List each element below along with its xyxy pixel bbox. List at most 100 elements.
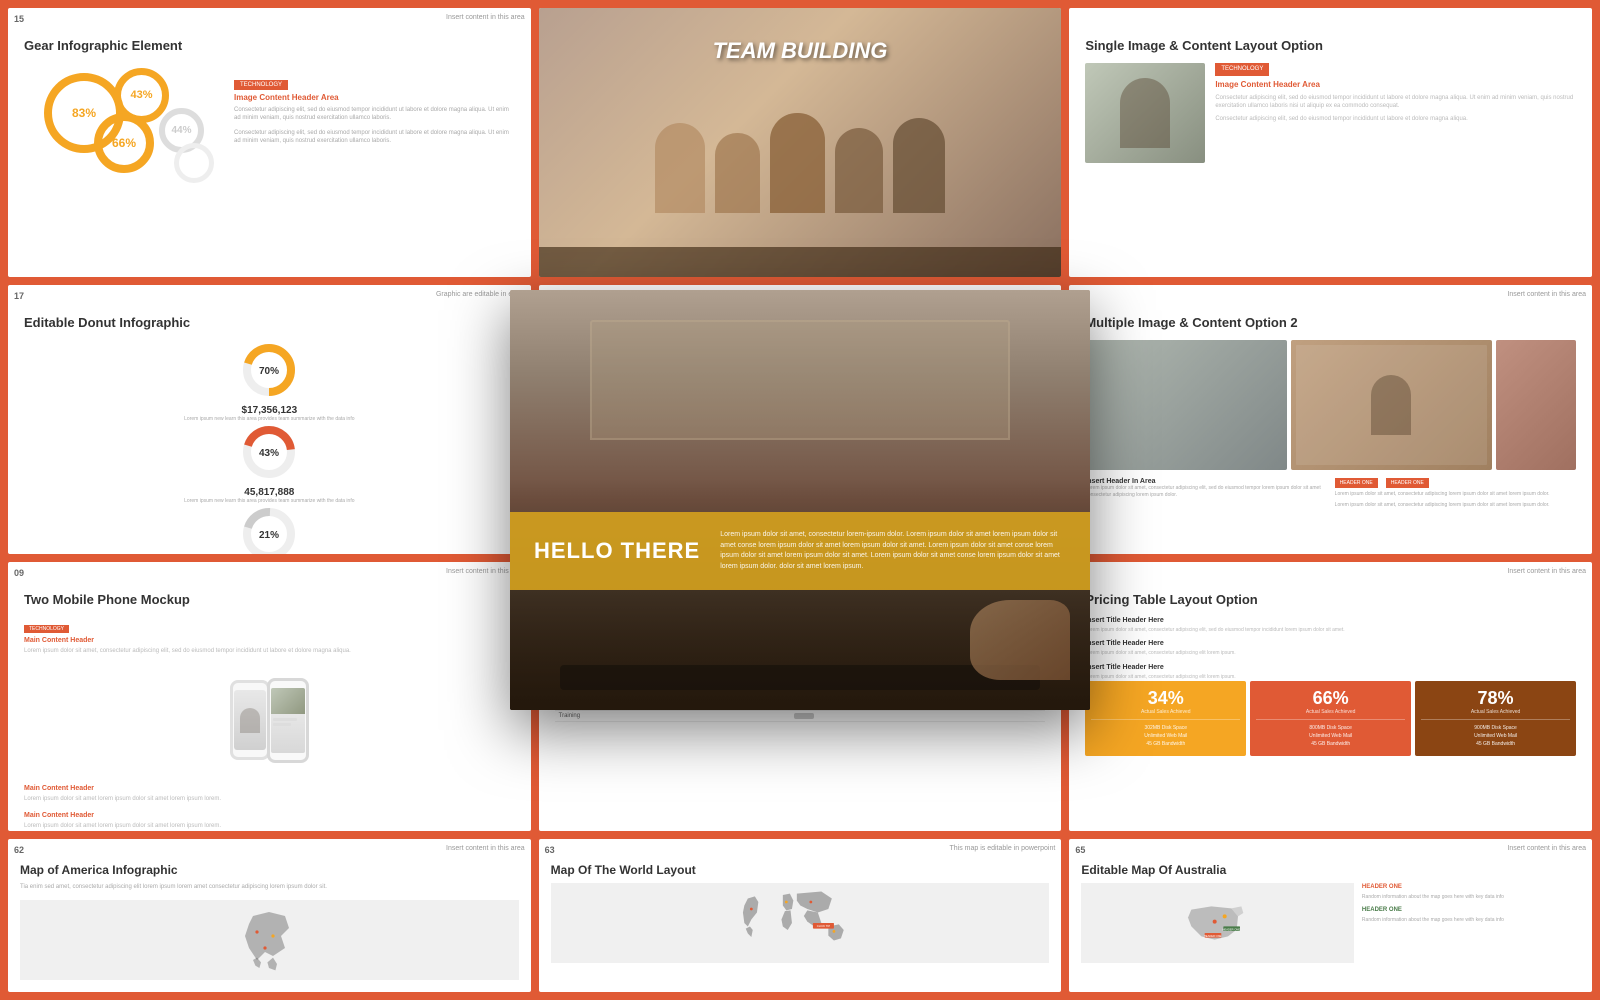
row-7-e5	[936, 711, 993, 722]
pricing-card-1: 34% Actual Sales Achieved 302MB Disk Spa…	[1085, 681, 1246, 756]
pricing-cards: 34% Actual Sales Achieved 302MB Disk Spa…	[1085, 681, 1576, 756]
phone-screen-front	[271, 688, 305, 753]
screen-shape	[590, 320, 1010, 440]
donut-1: 70% $17,356,123 Lorem ipsum new learn th…	[24, 340, 515, 422]
slide-title-9: Pricing Table Layout Option	[1085, 592, 1576, 609]
person-single	[1120, 78, 1170, 148]
slide-tag-9: Insert content in this area	[1507, 568, 1586, 575]
header-text-6-1: Lorem ipsum dolor sit amet, consectetur …	[1335, 491, 1576, 498]
slide-mobile-mockup: 09 Insert content in this area Two Mobil…	[8, 562, 531, 831]
slide-title-1: Gear Infographic Element	[24, 38, 515, 55]
america-map-placeholder	[20, 900, 519, 980]
donut-svg-2: 43%	[239, 422, 299, 482]
desc-slide1: Consectetur adipiscing elit, sed do eius…	[234, 106, 515, 123]
donut-svg-3: 21%	[239, 504, 299, 554]
main-desc1: Lorem ipsum dolor sit amet lorem ipsum d…	[24, 795, 515, 803]
aus-label-1: HEADER ONE	[1362, 883, 1580, 892]
pricing-divider-1	[1091, 719, 1240, 720]
donut-number-2: 45,817,888	[244, 487, 294, 498]
slide-title-10: Map of America Infographic	[20, 863, 519, 877]
slide-america-map: 62 Insert content in this area Map of Am…	[8, 839, 531, 992]
slide-tag-6: Insert content in this area	[1507, 291, 1586, 298]
pricing-sub-3: Actual Sales Achieved	[1421, 709, 1570, 715]
aus-desc-2: Random information about the map goes he…	[1362, 917, 1580, 925]
slide-donut-infographic: 17 Graphic are editable in excel Editabl…	[8, 285, 531, 554]
pricing-card-3: 78% Actual Sales Achieved 900MB Disk Spa…	[1415, 681, 1576, 756]
aus-label-2: HEADER ONE	[1362, 906, 1580, 915]
slide-multi-image: Insert content in this area Multiple Ima…	[1069, 285, 1592, 554]
pricing-left: Insert Title Header Here Lorem ipsum dol…	[1085, 617, 1576, 682]
slide-title-12: Editable Map Of Australia	[1081, 863, 1580, 877]
pricing-left-text1: Lorem ipsum dolor sit amet, consectetur …	[1085, 627, 1576, 635]
svg-text:CLICK TIP: CLICK TIP	[816, 924, 829, 928]
row-7-bar	[790, 711, 838, 722]
pricing-left-title1: Insert Title Header Here	[1085, 617, 1576, 624]
mobile-header-7: Main Content Header	[24, 637, 515, 644]
pricing-divider-3	[1421, 719, 1570, 720]
single-text-area: TECHNOLOGY Image Content Header Area Con…	[1215, 63, 1576, 163]
pricing-detail-9: 45 GB Bandwidth	[1421, 740, 1570, 748]
mobile-layout: TECHNOLOGY Main Content Header Lorem ips…	[24, 617, 515, 830]
pricing-detail-4: 800MB Disk Space	[1256, 724, 1405, 732]
hands-shape	[970, 600, 1070, 680]
tech-tag-7: TECHNOLOGY	[24, 625, 69, 633]
pricing-layout: Insert Title Header Here Lorem ipsum dol…	[1085, 617, 1576, 757]
slide-tag-12: Insert content in this area	[1507, 845, 1586, 852]
pricing-left-text2: Lorem ipsum dolor sit amet, consectetur …	[1085, 650, 1576, 658]
slide-number-4: 17	[14, 291, 24, 301]
person-1	[655, 123, 705, 213]
tech-tag-slide3: TECHNOLOGY	[1215, 63, 1269, 76]
mobile-right-text: Main Content Header Lorem ipsum dolor si…	[24, 785, 515, 830]
desc2-slide1: Consectetur adipiscing elit, sed do eius…	[234, 129, 515, 146]
multi-img-1	[1085, 340, 1286, 470]
person-multi	[1371, 375, 1411, 435]
slide-number-12: 65	[1075, 845, 1085, 855]
australia-map-svg: HEADER ONE HEADER ONE	[1178, 893, 1258, 953]
pricing-detail-8: Unlimited Web Mail	[1421, 732, 1570, 740]
mobile-desc-7: Lorem ipsum dolor sit amet, consectetur …	[24, 647, 515, 655]
mobile-left-text: TECHNOLOGY Main Content Header Lorem ips…	[24, 617, 515, 655]
team-image: TEAM BUILDING	[539, 8, 1062, 277]
multi-header-row: Insert Header In Area Lorem ipsum dolor …	[1085, 478, 1576, 509]
main-header1: Main Content Header	[24, 785, 515, 792]
pricing-detail-2: Unlimited Web Mail	[1091, 732, 1240, 740]
slide-tag-1: Insert content in this area	[446, 14, 525, 21]
phone-image	[271, 688, 305, 714]
row-7-e2	[741, 711, 789, 722]
phone-line-2	[273, 723, 291, 726]
multi-images	[1085, 340, 1576, 470]
tech-tag-slide1: TECHNOLOGY	[234, 80, 288, 90]
mobile-phones	[24, 655, 515, 785]
svg-text:70%: 70%	[259, 366, 279, 377]
center-slide-image: HELLO THERE Lorem ipsum dolor sit amet, …	[510, 290, 1090, 710]
pricing-percent-1: 34%	[1091, 689, 1240, 707]
pricing-left-title3: Insert Title Header Here	[1085, 664, 1576, 671]
content-header-slide1: Image Content Header Area	[234, 93, 515, 102]
center-overlay-slide: HELLO THERE Lorem ipsum dolor sit amet, …	[510, 290, 1090, 710]
row-7-e6	[993, 711, 1045, 722]
team-title: TEAM BUILDING	[713, 38, 888, 64]
pricing-detail-3: 45 GB Bandwidth	[1091, 740, 1240, 748]
donut-2: 43% 45,817,888 Lorem ipsum new learn thi…	[24, 422, 515, 504]
pricing-percent-3: 78%	[1421, 689, 1570, 707]
phone-person	[240, 708, 260, 733]
pricing-sub-2: Actual Sales Achieved	[1256, 709, 1405, 715]
slide-title-6: Multiple Image & Content Option 2	[1085, 315, 1576, 332]
person-2	[715, 133, 760, 213]
slide-tag-11: This map is editable in powerpoint	[949, 845, 1055, 852]
svg-text:21%: 21%	[259, 530, 279, 541]
phone-front	[267, 678, 309, 763]
header-pill-1: HEADER ONE	[1335, 478, 1378, 488]
slide-tag-10: Insert content in this area	[446, 845, 525, 852]
pricing-detail-1: 302MB Disk Space	[1091, 724, 1240, 732]
pricing-left-text3: Lorem ipsum dolor sit amet, consectetur …	[1085, 674, 1576, 682]
hello-body: Lorem ipsum dolor sit amet, consectetur …	[720, 530, 1066, 572]
slide-desc-10: Tia enim sed amet, consectetur adipiscin…	[20, 883, 519, 892]
team-base	[539, 247, 1062, 277]
slide-title-11: Map Of The World Layout	[551, 863, 1050, 877]
donut-3: 21% 12,376,829 Lorem ipsum new learn thi…	[24, 504, 515, 554]
aus-desc-1: Random information about the map goes he…	[1362, 894, 1580, 902]
hello-banner: HELLO THERE Lorem ipsum dolor sit amet, …	[510, 512, 1090, 590]
slide-number-10: 62	[14, 845, 24, 855]
slide-number-1: 15	[14, 14, 24, 24]
